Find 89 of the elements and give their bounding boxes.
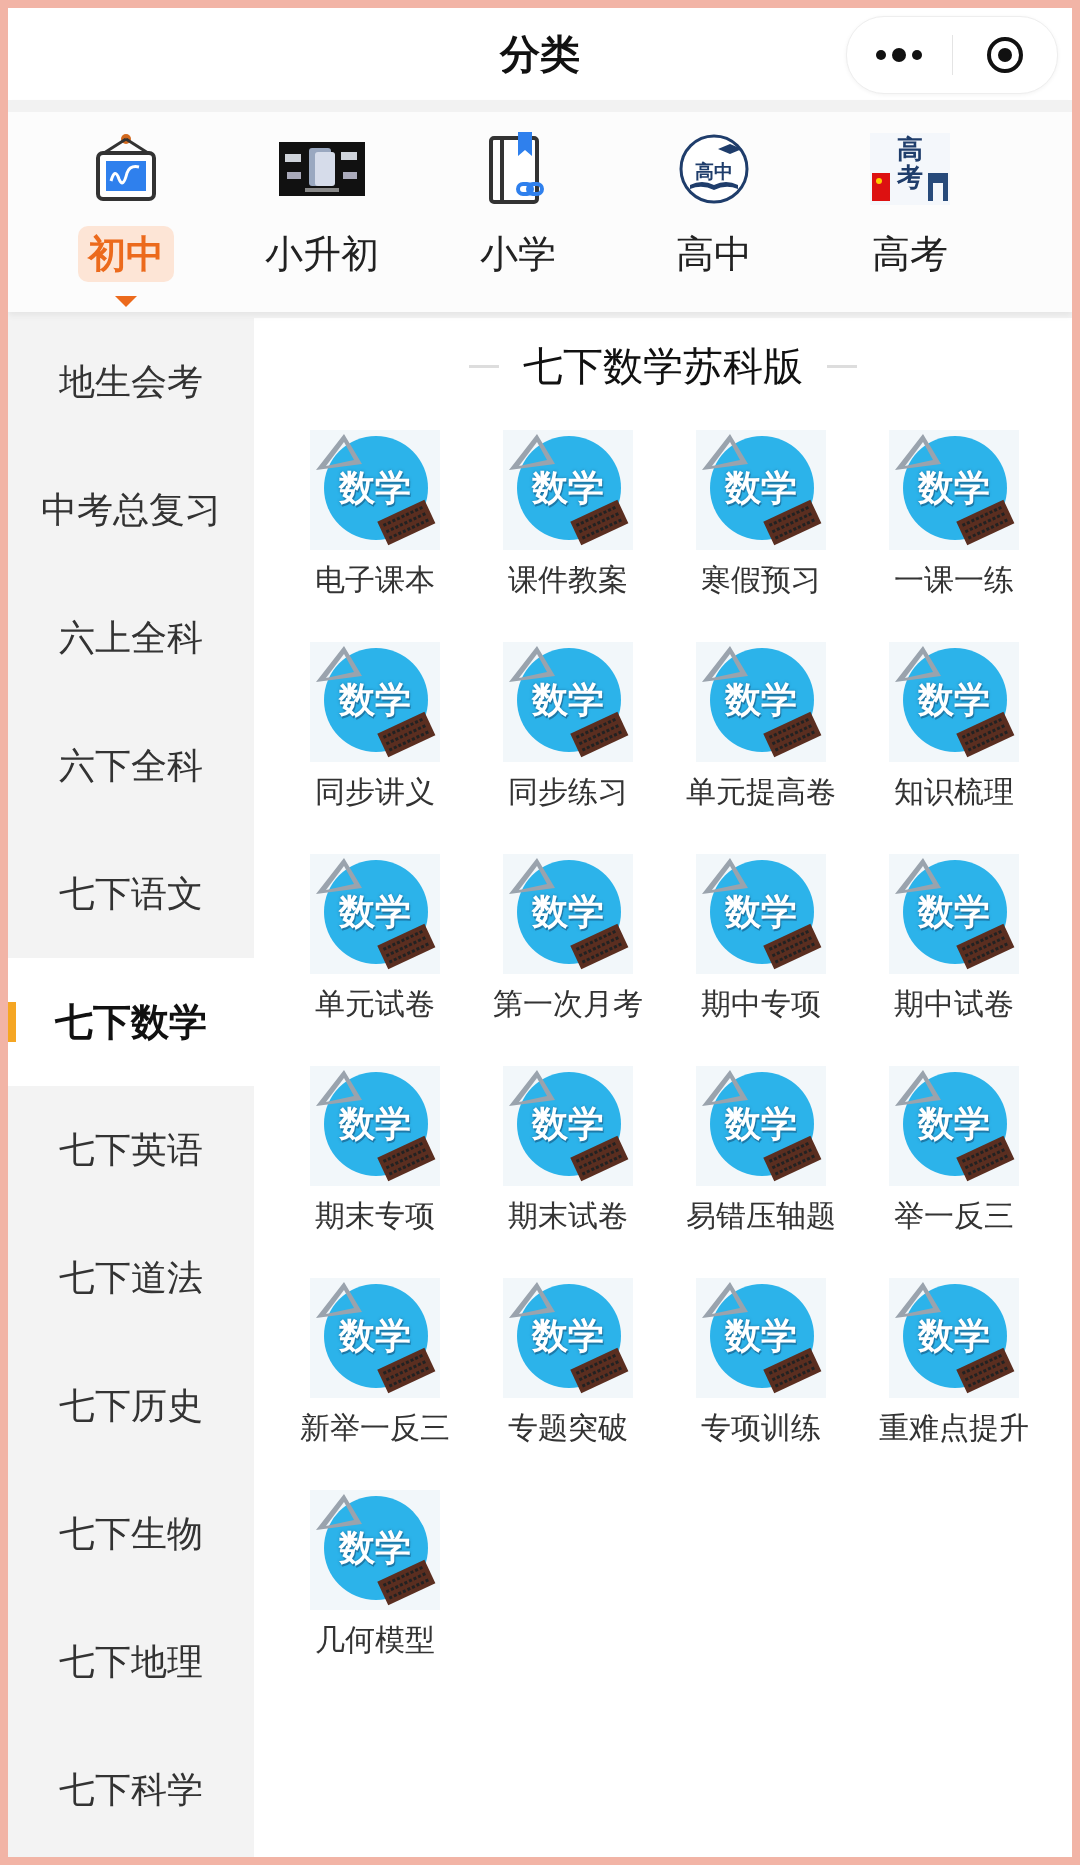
grade-tab[interactable]: 高考: [862, 226, 958, 282]
icon-label: 数学: [530, 466, 605, 510]
category-link[interactable]: 期中专项: [700, 984, 821, 1024]
category-link[interactable]: 重难点提升: [878, 1408, 1029, 1448]
category-link[interactable]: 单元试卷: [314, 984, 435, 1024]
close-icon[interactable]: [984, 35, 1025, 75]
active-marker: [8, 1002, 16, 1042]
category-link[interactable]: 寒假预习: [700, 560, 821, 600]
ruler-abacus-icon: [309, 854, 440, 974]
ruler-abacus-icon: [888, 430, 1019, 550]
sidebar-item[interactable]: 七下英语: [8, 1086, 254, 1214]
category-link[interactable]: 知识梳理: [893, 772, 1014, 812]
icon-label: 数学: [723, 678, 798, 722]
icon-label: 数学: [530, 1314, 605, 1358]
icon-label: 数学: [337, 890, 412, 934]
icon-label: 数学: [530, 1102, 605, 1146]
selected-indicator-icon: [115, 296, 137, 307]
ruler-abacus-icon: [695, 1066, 826, 1186]
icon-label: 数学: [723, 466, 798, 510]
icon-label: 数学: [337, 1102, 412, 1146]
ruler-abacus-icon: [695, 854, 826, 974]
open-book-badge-icon: [678, 133, 750, 205]
sidebar-item[interactable]: 七下科学: [8, 1726, 254, 1854]
ruler-abacus-icon: [309, 1278, 440, 1398]
ruler-abacus-icon: [309, 430, 440, 550]
ruler-abacus-icon: [309, 642, 440, 762]
sidebar-item[interactable]: 中考总复习: [8, 446, 254, 574]
category-link[interactable]: 单元提高卷: [685, 772, 836, 812]
icon-label: 数学: [916, 678, 991, 722]
ruler-abacus-icon: [502, 1278, 633, 1398]
sidebar-item[interactable]: 七下生物: [8, 1470, 254, 1598]
ruler-abacus-icon: [502, 854, 633, 974]
category-link[interactable]: 同步讲义: [314, 772, 435, 812]
sidebar-item[interactable]: 七下历史: [8, 1342, 254, 1470]
icon-label: 数学: [530, 678, 605, 722]
icon-label: 数学: [916, 1314, 991, 1358]
icon-label: 数学: [337, 678, 412, 722]
ruler-abacus-icon: [502, 642, 633, 762]
more-icon[interactable]: [875, 47, 924, 63]
category-link[interactable]: 同步练习: [507, 772, 628, 812]
icon-label: 数学: [723, 890, 798, 934]
category-link[interactable]: 第一次月考: [492, 984, 643, 1024]
category-link[interactable]: 专题突破: [507, 1408, 628, 1448]
category-link[interactable]: 几何模型: [314, 1620, 435, 1660]
icon-label: 高考: [896, 135, 924, 191]
grade-tab[interactable]: 小升初: [255, 226, 389, 282]
icon-label: 数学: [723, 1102, 798, 1146]
ruler-abacus-icon: [888, 1278, 1019, 1398]
category-link[interactable]: 新举一反三: [299, 1408, 450, 1448]
grade-tab[interactable]: 高中: [666, 226, 762, 282]
grade-tab[interactable]: 小学: [470, 226, 566, 282]
icon-label: 数学: [337, 1314, 412, 1358]
icon-label: 数学: [916, 1102, 991, 1146]
ruler-abacus-icon: [888, 1066, 1019, 1186]
gate-flag-icon: [870, 133, 950, 205]
ruler-abacus-icon: [502, 1066, 633, 1186]
category-link[interactable]: 期末专项: [314, 1196, 435, 1236]
icon-label: 数学: [916, 466, 991, 510]
ruler-abacus-icon: [309, 1066, 440, 1186]
section-title: 七下数学苏科版: [523, 341, 803, 391]
category-link[interactable]: 举一反三: [893, 1196, 1014, 1236]
icon-label: 数学: [530, 890, 605, 934]
ruler-abacus-icon: [888, 642, 1019, 762]
category-link[interactable]: 易错压轴题: [685, 1196, 836, 1236]
sidebar-item[interactable]: 七下道法: [8, 1214, 254, 1342]
icon-label: 数学: [337, 466, 412, 510]
category-link[interactable]: 电子课本: [314, 560, 435, 600]
sidebar-item[interactable]: 七下语文: [8, 830, 254, 958]
category-link[interactable]: 课件教案: [507, 560, 628, 600]
sidebar-item[interactable]: 六上全科: [8, 574, 254, 702]
sidebar-item[interactable]: 七下数学: [8, 958, 254, 1086]
ruler-abacus-icon: [695, 430, 826, 550]
sidebar-item[interactable]: 地生会考: [8, 318, 254, 446]
ruler-abacus-icon: [888, 854, 1019, 974]
icon-label: 高中: [695, 159, 733, 184]
ruler-abacus-icon: [695, 1278, 826, 1398]
ruler-abacus-icon: [695, 642, 826, 762]
icon-label: 数学: [337, 1526, 412, 1570]
category-link[interactable]: 期末试卷: [507, 1196, 628, 1236]
ruler-abacus-icon: [309, 1490, 440, 1610]
icon-label: 数学: [723, 1314, 798, 1358]
page-title: 分类: [500, 31, 580, 77]
icon-label: 数学: [916, 890, 991, 934]
category-link[interactable]: 一课一练: [893, 560, 1014, 600]
category-link[interactable]: 期中试卷: [893, 984, 1014, 1024]
sidebar-item[interactable]: 六下全科: [8, 702, 254, 830]
category-link[interactable]: 专项训练: [700, 1408, 821, 1448]
ruler-abacus-icon: [502, 430, 633, 550]
sidebar-item[interactable]: 七下地理: [8, 1598, 254, 1726]
